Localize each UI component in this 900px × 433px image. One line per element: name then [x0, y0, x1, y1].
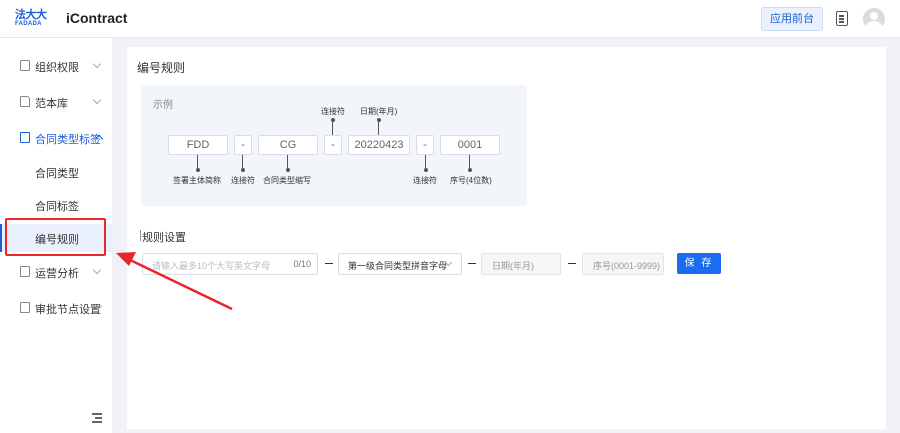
caption-date: 日期(年月): [360, 107, 398, 116]
sidebar-subitem-label: 合同类型: [35, 168, 79, 180]
app-front-button[interactable]: 应用前台: [761, 7, 823, 31]
sidebar: 组织权限 范本库 合同类型标签 合同类型 合同标签 编号规则 运营分析 审批节点…: [0, 38, 113, 433]
document-icon: [20, 60, 30, 71]
pointer-line: [332, 119, 333, 135]
pointer-dot: [241, 168, 245, 172]
sidebar-item-label: 范本库: [35, 98, 68, 110]
sidebar-item-org-permissions[interactable]: 组织权限: [0, 53, 113, 79]
pointer-dot: [286, 168, 290, 172]
date-field: 日期(年月): [481, 253, 561, 275]
main-panel: 编号规则 示例 FDD - CG - 20220423 - 0001 连接符 日…: [127, 47, 886, 429]
sidebar-item-contract-type-tags[interactable]: 合同类型标签: [0, 125, 113, 151]
separator-dash: [325, 263, 333, 264]
sidebar-item-label: 审批节点设置: [35, 304, 101, 316]
caption-type: 合同类型缩写: [263, 176, 311, 185]
sidebar-item-approval-node-settings[interactable]: 审批节点设置: [0, 295, 113, 321]
folder-icon: [20, 96, 30, 107]
sidebar-item-label: 组织权限: [35, 62, 79, 74]
example-label: 示例: [153, 100, 173, 111]
pointer-line: [242, 155, 243, 169]
pointer-dot: [424, 168, 428, 172]
sidebar-subitem-label: 合同标签: [35, 201, 79, 213]
caption-connector: 连接符: [231, 176, 255, 185]
rule-settings-row: 请输入最多10个大写英文字母 0/10 第一级合同类型拼音字母 日期(年月) 序…: [142, 253, 732, 275]
sidebar-item-template-library[interactable]: 范本库: [0, 89, 113, 115]
app-name: iContract: [66, 10, 128, 26]
logo-text-cn: 法大大: [15, 8, 47, 21]
page-title: 编号规则: [137, 61, 186, 75]
caption-connector: 连接符: [321, 107, 345, 116]
avatar-body: [866, 21, 882, 30]
example-segment-type: CG: [258, 135, 318, 155]
contract-type-select[interactable]: 第一级合同类型拼音字母: [338, 253, 462, 275]
sequence-field: 序号(0001-9999): [582, 253, 664, 275]
sidebar-subitem-label: 编号规则: [35, 234, 79, 246]
date-field-value: 日期(年月): [492, 261, 534, 271]
pointer-line: [378, 119, 379, 135]
sidebar-subitem-contract-tags[interactable]: 合同标签: [0, 191, 113, 219]
chevron-down-icon: [92, 59, 102, 69]
pointer-dot: [196, 168, 200, 172]
separator-dash: [468, 263, 476, 264]
avatar-head: [870, 12, 878, 20]
prefix-input[interactable]: 请输入最多10个大写英文字母 0/10: [142, 253, 318, 275]
pointer-line: [425, 155, 426, 169]
chart-icon: [20, 266, 30, 277]
example-segment-sequence: 0001: [440, 135, 500, 155]
pointer-line: [197, 155, 198, 169]
chevron-down-icon: [92, 95, 102, 105]
example-segment-connector: -: [324, 135, 342, 155]
fadada-logo[interactable]: 法大大 FADADA: [15, 9, 49, 29]
top-bar: 法大大 FADADA iContract 应用前台: [0, 0, 900, 38]
pointer-dot: [468, 168, 472, 172]
document-icon[interactable]: [836, 11, 848, 26]
example-segment-connector: -: [416, 135, 434, 155]
logo-text-en: FADADA: [15, 21, 42, 27]
sidebar-item-operations-analysis[interactable]: 运营分析: [0, 259, 113, 285]
separator-dash: [568, 263, 576, 264]
prefix-input-counter: 0/10: [293, 259, 311, 269]
menu-collapse-icon[interactable]: [92, 413, 102, 423]
caption-entity: 签署主体简称: [173, 176, 221, 185]
example-segment-entity: FDD: [168, 135, 228, 155]
clipboard-icon: [20, 132, 30, 143]
sidebar-subitem-numbering-rules[interactable]: 编号规则: [0, 224, 113, 252]
example-segment-date: 20220423: [348, 135, 410, 155]
chevron-down-icon: [92, 265, 102, 275]
pointer-line: [469, 155, 470, 169]
prefix-input-placeholder: 请输入最多10个大写英文字母: [152, 261, 271, 271]
rule-settings-title: 规则设置: [140, 229, 186, 245]
sidebar-item-label: 运营分析: [35, 268, 79, 280]
sidebar-subitem-contract-type[interactable]: 合同类型: [0, 158, 113, 186]
example-segment-connector: -: [234, 135, 252, 155]
sequence-field-value: 序号(0001-9999): [593, 261, 661, 271]
folder-settings-icon: [20, 302, 30, 313]
example-panel: 示例 FDD - CG - 20220423 - 0001 连接符 日期(年月)…: [141, 85, 527, 206]
contract-type-select-value: 第一级合同类型拼音字母: [348, 261, 448, 271]
pointer-line: [287, 155, 288, 169]
avatar[interactable]: [863, 8, 885, 30]
save-button[interactable]: 保 存: [677, 253, 721, 274]
caption-sequence: 序号(4位数): [450, 176, 492, 185]
caption-connector: 连接符: [413, 176, 437, 185]
sidebar-item-label: 合同类型标签: [35, 134, 101, 146]
